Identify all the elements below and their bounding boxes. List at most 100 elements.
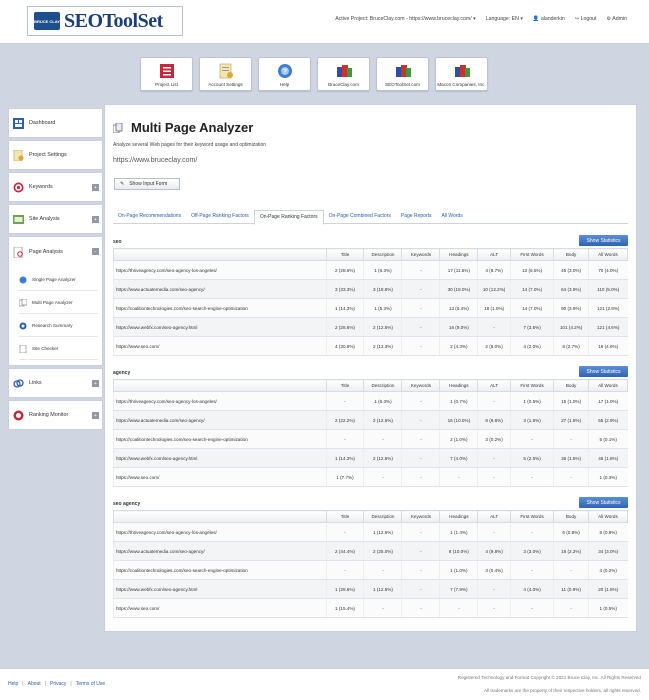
metric-cell: 30 (18.0%) (439, 279, 478, 299)
metric-cell: 1 (12.5%) (363, 579, 402, 599)
sidebar-item-ranking-monitor[interactable]: Ranking Monitor + (8, 400, 103, 430)
admin-link[interactable]: ⚙ Admin (606, 16, 627, 22)
footer-link-terms[interactable]: Terms of Use (76, 681, 105, 687)
metric-cell: 8 (2.7%) (553, 336, 589, 356)
metric-cell: 64 (3.9%) (553, 279, 589, 299)
tile-help[interactable]: ? Help (258, 57, 311, 91)
metric-cell: 1 (0.5%) (587, 598, 628, 618)
metric-cell: 5 (2.5%) (509, 448, 554, 468)
metric-cell: - (477, 467, 511, 487)
metric-cell: - (553, 467, 589, 487)
collapse-icon[interactable]: − (92, 248, 99, 255)
tile-bruceclay[interactable]: BruceClay.com (317, 57, 370, 91)
metric-cell: 2 (22.2%) (325, 410, 364, 430)
tool-tiles: Project List Account Settings ? Help Bru… (140, 57, 488, 91)
column-header: Headings (439, 379, 479, 392)
metric-cell: - (401, 391, 440, 411)
metric-cell: 1 (1.0%) (439, 560, 478, 580)
metric-cell: 14 (7.0%) (509, 298, 554, 318)
expand-icon[interactable]: + (92, 412, 99, 419)
column-header: Headings (439, 510, 479, 523)
footer-link-about[interactable]: About (28, 681, 41, 687)
metric-cell: 2 (25.0%) (363, 541, 402, 561)
column-header: First Words (509, 248, 555, 261)
page-url-cell: https://www.webfx.com/seo-agency.html (113, 448, 327, 468)
metric-cell: - (401, 598, 440, 618)
tile-account-settings[interactable]: Account Settings (199, 57, 252, 91)
table-row: https://www.actuatemedia.com/seo-agency/… (113, 541, 628, 561)
expand-icon[interactable]: + (92, 380, 99, 387)
user-menu[interactable]: 👤 alanderkin (533, 16, 565, 22)
sidebar-item-page-analysis[interactable]: Page Analysis − (9, 237, 102, 267)
seotoolset-logo[interactable]: BRUCE CLAY SEOToolSet (27, 6, 183, 36)
metric-cell: 5 (0.1%) (587, 429, 628, 449)
expand-icon[interactable]: + (92, 184, 99, 191)
tab-off-page-ranking-factors[interactable]: Off-Page Ranking Factors (186, 210, 254, 224)
expand-icon[interactable]: + (92, 216, 99, 223)
sidebar-item-dashboard[interactable]: Dashboard (8, 108, 103, 138)
show-statistics-button[interactable]: Show Statistics (579, 235, 628, 246)
metric-cell: 3 (1.5%) (509, 410, 554, 430)
metric-cell: 1 (7.7%) (325, 467, 364, 487)
metric-cell: 2 (28.6%) (325, 317, 364, 337)
tab-all-words[interactable]: All Words (436, 210, 467, 224)
sidebar-item-keywords[interactable]: Keywords + (8, 172, 103, 202)
metric-cell: 110 (5.0%) (587, 279, 628, 299)
single-page-icon (19, 276, 27, 284)
metric-cell: 13 (6.5%) (509, 260, 554, 280)
footer-link-help[interactable]: Help (8, 681, 18, 687)
button-label: Show Input Form (129, 181, 168, 187)
metric-cell: 8 (9.8%) (477, 410, 511, 430)
active-project-selector[interactable]: Active Project: BruceClay.com - https://… (335, 16, 476, 22)
metric-cell: 18 (4.6%) (587, 336, 628, 356)
tab-on-page-recommendations[interactable]: On-Page Recommendations (113, 210, 186, 224)
sidebar-item-label: Links (29, 380, 42, 386)
svg-text:?: ? (282, 69, 286, 76)
sidebar-subitem-single-page-analyzer[interactable]: Single Page Analyzer (19, 269, 98, 291)
sidebar-item-site-analysis[interactable]: Site Analysis + (8, 204, 103, 234)
tile-seotoolset[interactable]: SEOToolSet.com (376, 57, 429, 91)
show-statistics-button[interactable]: Show Statistics (579, 497, 628, 508)
metric-cell: - (401, 410, 440, 430)
metric-cell: - (325, 522, 364, 542)
metric-cell: - (401, 279, 440, 299)
column-header: ALT (477, 379, 511, 392)
tab-on-page-ranking-factors[interactable]: On-Page Ranking Factors (253, 210, 324, 225)
metric-cell: 1 (0.7%) (439, 391, 478, 411)
page-url-cell: https://www.actuatemedia.com/seo-agency/ (113, 541, 327, 561)
column-header: All Words (587, 510, 629, 523)
metric-cell: 10 (12.2%) (477, 279, 511, 299)
metric-cell: 121 (2.9%) (587, 298, 628, 318)
tile-project-list[interactable]: Project List (140, 57, 193, 91)
separator: | (22, 681, 24, 687)
show-input-form-button[interactable]: ✎ Show Input Form (114, 178, 180, 190)
help-icon: ? (277, 63, 293, 79)
metric-cell: 36 (1.5%) (553, 448, 589, 468)
column-header: ALT (477, 248, 511, 261)
metric-cell: - (401, 467, 440, 487)
metric-cell: 101 (4.2%) (553, 317, 589, 337)
sidebar-subitem-research-summary[interactable]: Research Summary (19, 315, 98, 337)
page-title: Multi Page Analyzer (131, 120, 254, 135)
table-row: https://coalitiontechnologies.com/seo-se… (113, 429, 628, 449)
metric-cell: 1 (1.4%) (439, 522, 478, 542)
keyword-section: agency Show Statistics Title Description K… (113, 366, 629, 487)
metric-cell: 16 (10.0%) (439, 410, 478, 430)
metric-cell: - (401, 260, 440, 280)
table-row: https://www.webfx.com/seo-agency.html 2 (… (113, 317, 628, 337)
sidebar-group-page-analysis: Page Analysis − Single Page Analyzer Mul… (8, 236, 103, 366)
tab-page-reports[interactable]: Page Reports (396, 210, 437, 224)
sidebar-item-project-settings[interactable]: Project Settings (8, 140, 103, 170)
metric-cell: - (509, 522, 554, 542)
language-selector[interactable]: Language: EN ▾ (486, 16, 523, 22)
footer-link-privacy[interactable]: Privacy (50, 681, 66, 687)
sidebar-item-label: Dashboard (29, 120, 56, 126)
show-statistics-button[interactable]: Show Statistics (579, 366, 628, 377)
logout-link[interactable]: ↪ Logout (575, 16, 597, 22)
tile-macon-companies[interactable]: Macon Companies, Inc. (435, 57, 488, 91)
tab-on-page-combined-factors[interactable]: On-Page Combined Factors (324, 210, 396, 224)
sidebar-item-links[interactable]: Links + (8, 368, 103, 398)
ranking-monitor-icon (13, 410, 24, 421)
sidebar-subitem-multi-page-analyzer[interactable]: Multi Page Analyzer (19, 292, 98, 314)
sidebar-subitem-site-checker[interactable]: Site Checker (19, 338, 98, 360)
